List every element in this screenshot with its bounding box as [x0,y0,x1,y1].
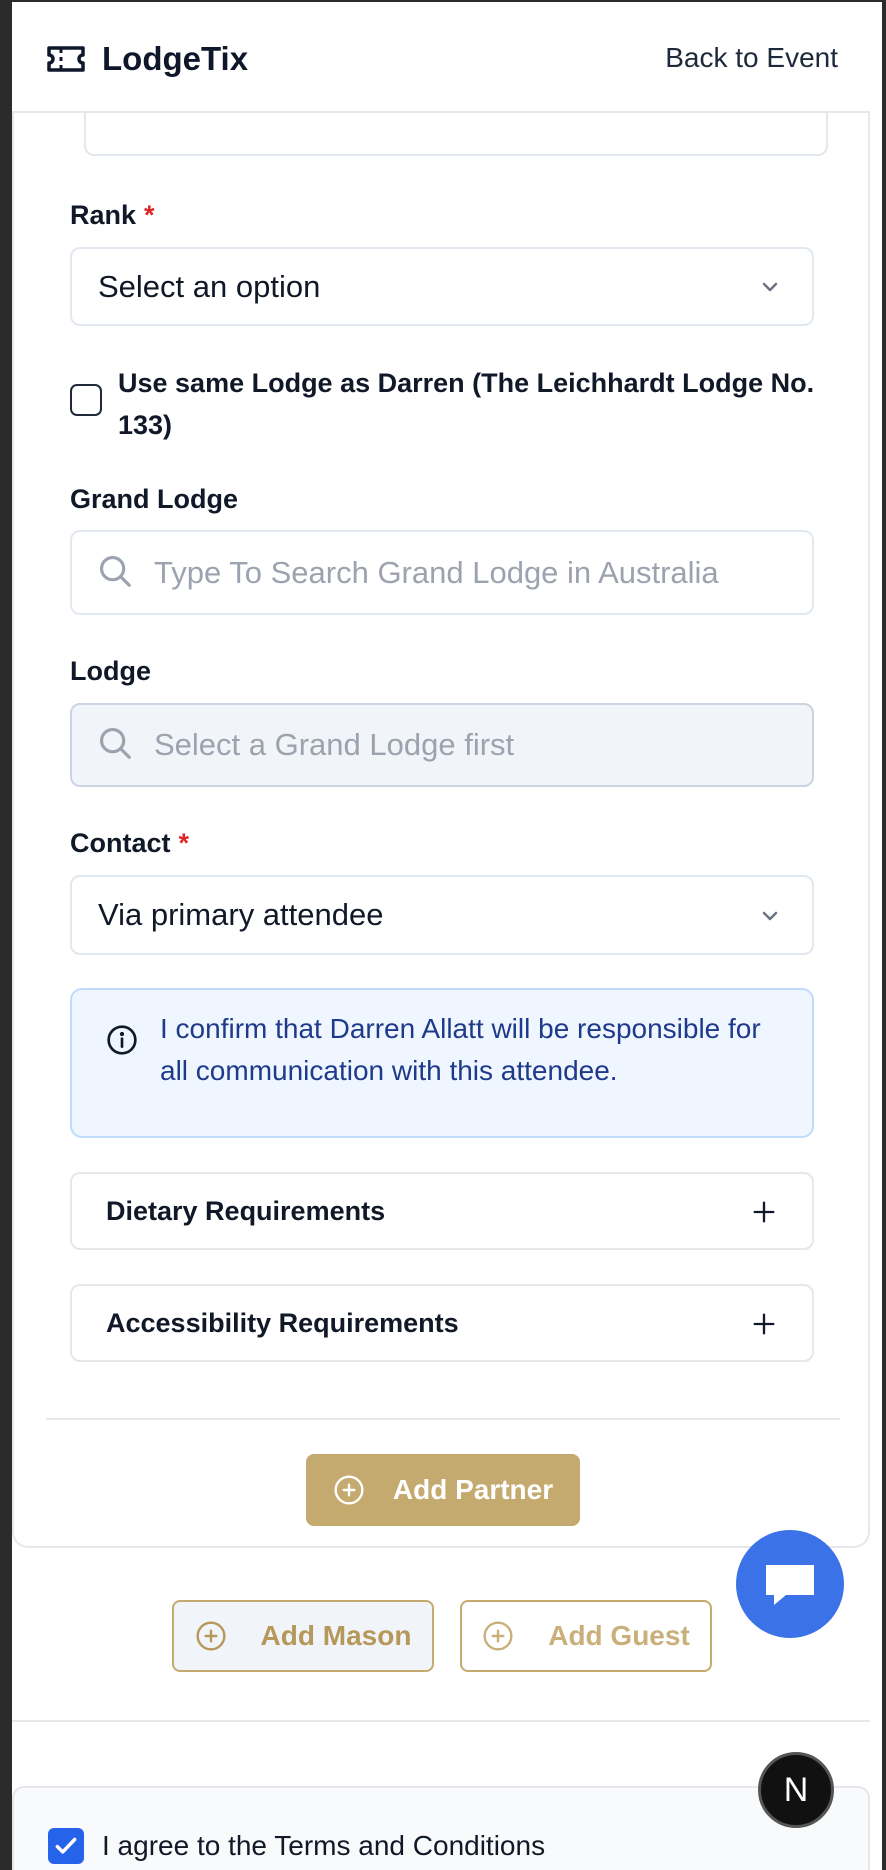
terms-checkbox[interactable] [48,1828,84,1864]
add-mason-button[interactable]: Add Mason [172,1600,434,1672]
dietary-requirements-label: Dietary Requirements [106,1196,386,1226]
chevron-down-icon [762,911,778,921]
lodge-label: Lodge [70,656,151,686]
brand-logo[interactable]: LodgeTix [46,40,248,78]
add-mason-label: Add Mason [260,1620,412,1651]
search-icon [99,555,131,587]
checkmark-icon [55,1837,77,1854]
contact-label: Contact * [70,828,190,858]
grand-lodge-label: Grand Lodge [70,484,238,514]
section-divider [46,1418,840,1420]
add-partner-label: Add Partner [392,1474,554,1505]
add-partner-button[interactable]: Add Partner [306,1454,580,1526]
add-guest-label: Add Guest [548,1620,690,1651]
grand-lodge-search-input[interactable]: Type To Search Grand Lodge in Australia [70,530,814,615]
lodge-search-input[interactable]: Select a Grand Lodge first [70,703,814,787]
terms-label: I agree to the Terms and Conditions [102,1830,546,1861]
plus-circle-icon [196,1621,226,1651]
plus-icon [753,1313,775,1335]
accessibility-requirements-label: Accessibility Requirements [106,1308,459,1338]
terms-section: I agree to the Terms and Conditions [12,1786,870,1870]
chevron-down-icon [762,282,778,292]
info-icon [107,1025,137,1055]
contact-select[interactable]: Via primary attendee [70,875,814,955]
lower-divider [12,1720,870,1722]
app-header: LodgeTix Back to Event [12,2,870,113]
dietary-requirements-accordion[interactable]: Dietary Requirements [70,1172,814,1250]
plus-icon [753,1201,775,1223]
contact-info-text: I confirm that Darren Allatt will be res… [160,1013,761,1086]
back-to-event-link[interactable]: Back to Event [665,42,838,74]
same-lodge-label: Use same Lodge as Darren (The Leichhardt… [118,368,815,440]
rank-select-value: Select an option [98,269,321,304]
contact-info-alert: I confirm that Darren Allatt will be res… [70,988,814,1138]
brand-name: LodgeTix [102,40,249,77]
search-icon [99,727,131,759]
plus-circle-icon [483,1621,513,1651]
accessibility-requirements-accordion[interactable]: Accessibility Requirements [70,1284,814,1362]
chat-button[interactable] [736,1530,844,1638]
add-guest-button[interactable]: Add Guest [460,1600,712,1672]
contact-select-value: Via primary attendee [98,897,384,932]
plus-circle-icon [334,1475,364,1505]
rank-select[interactable]: Select an option [70,247,814,326]
lodge-placeholder: Select a Grand Lodge first [154,727,515,762]
chat-icon [766,1565,814,1605]
rank-label: Rank * [70,200,155,230]
dev-tools-badge[interactable]: N [758,1752,834,1828]
same-lodge-checkbox[interactable] [70,384,102,416]
grand-lodge-placeholder: Type To Search Grand Lodge in Australia [154,555,719,590]
ticket-icon [47,46,85,72]
